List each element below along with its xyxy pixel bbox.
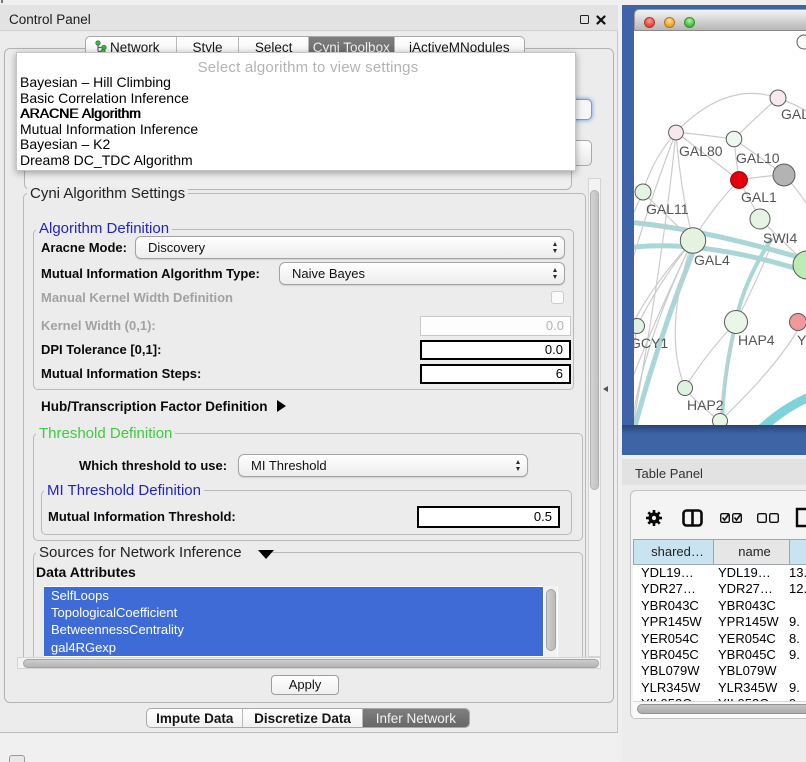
svg-text:GAL7: GAL7 — [781, 106, 806, 122]
svg-text:GAL10: GAL10 — [736, 150, 780, 166]
svg-text:HAP2: HAP2 — [687, 397, 724, 413]
svg-text:HAP4: HAP4 — [738, 332, 775, 348]
svg-text:GAL80: GAL80 — [679, 143, 723, 159]
svg-text:GAL4: GAL4 — [694, 252, 730, 268]
svg-text:GCY1: GCY1 — [634, 335, 668, 351]
svg-text:SWI4: SWI4 — [763, 230, 797, 246]
svg-text:YJ: YJ — [797, 332, 806, 348]
svg-text:GAL1: GAL1 — [741, 189, 777, 205]
svg-text:GAL11: GAL11 — [646, 201, 689, 217]
